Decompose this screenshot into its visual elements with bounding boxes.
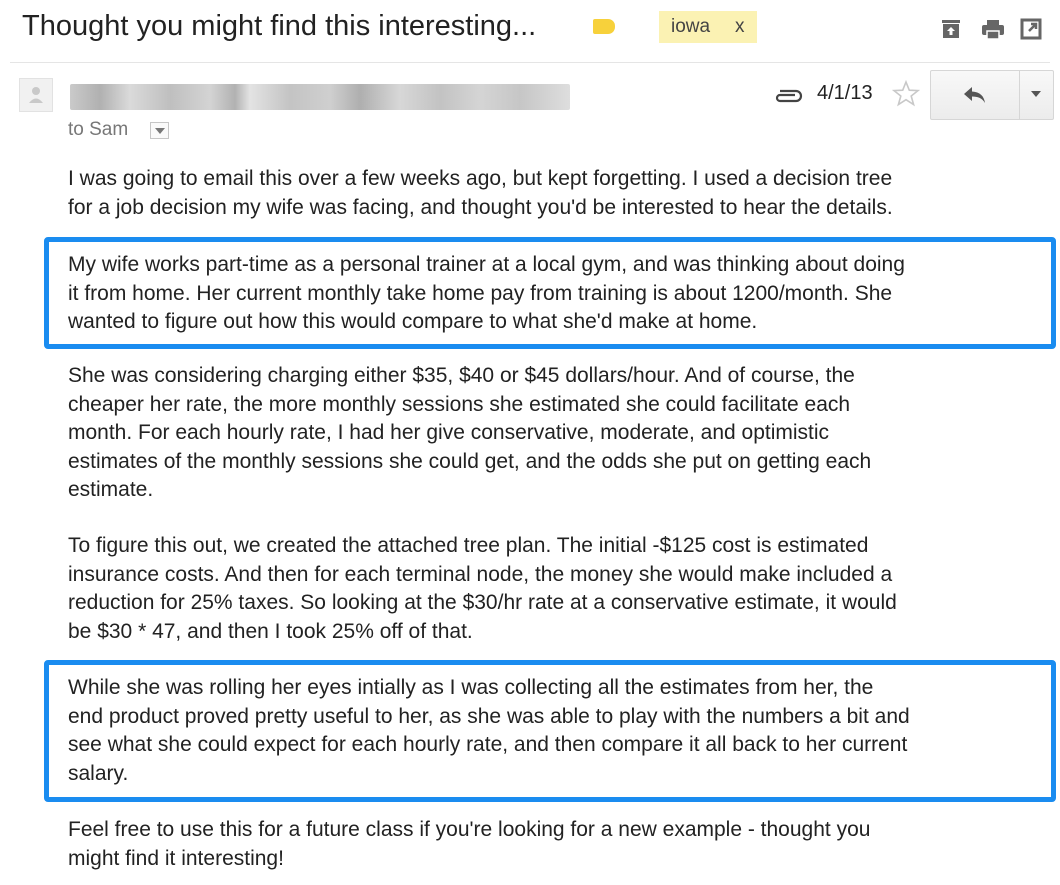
body-paragraph-6: Feel free to use this for a future class… [68,818,871,870]
recipient-line: to Sam [68,119,129,140]
new-window-icon[interactable] [1020,18,1042,40]
body-paragraph-3: She was considering charging either $35,… [68,364,872,501]
label-tag-icon[interactable] [593,19,615,34]
attachment-icon [772,86,804,109]
label-chip-iowa[interactable]: iowa x [659,11,757,43]
chevron-down-icon [155,128,165,134]
body-paragraph-5: While she was rolling her eyes intially … [68,676,910,785]
print-icon[interactable] [981,18,1004,40]
archive-icon[interactable] [940,18,962,40]
reply-icon [964,87,985,103]
body-paragraph-1: I was going to email this over a few wee… [68,167,893,219]
show-details-button[interactable] [150,122,169,139]
label-name[interactable]: iowa [671,16,710,38]
sender-name-redacted [70,84,570,110]
more-actions-button[interactable] [1019,71,1053,119]
body-paragraph-4: To figure this out, we created the attac… [68,534,897,643]
message-date: 4/1/13 [817,82,873,104]
header-divider [10,62,1050,63]
reply-button-group [930,70,1054,120]
star-icon[interactable] [891,79,921,113]
reply-button[interactable] [931,71,1020,119]
dropdown-arrow-icon [1031,91,1041,97]
remove-label-button[interactable]: x [735,16,745,38]
body-paragraph-2: My wife works part-time as a personal tr… [68,253,905,333]
avatar[interactable] [19,78,53,112]
email-subject: Thought you might find this interesting.… [22,10,537,42]
